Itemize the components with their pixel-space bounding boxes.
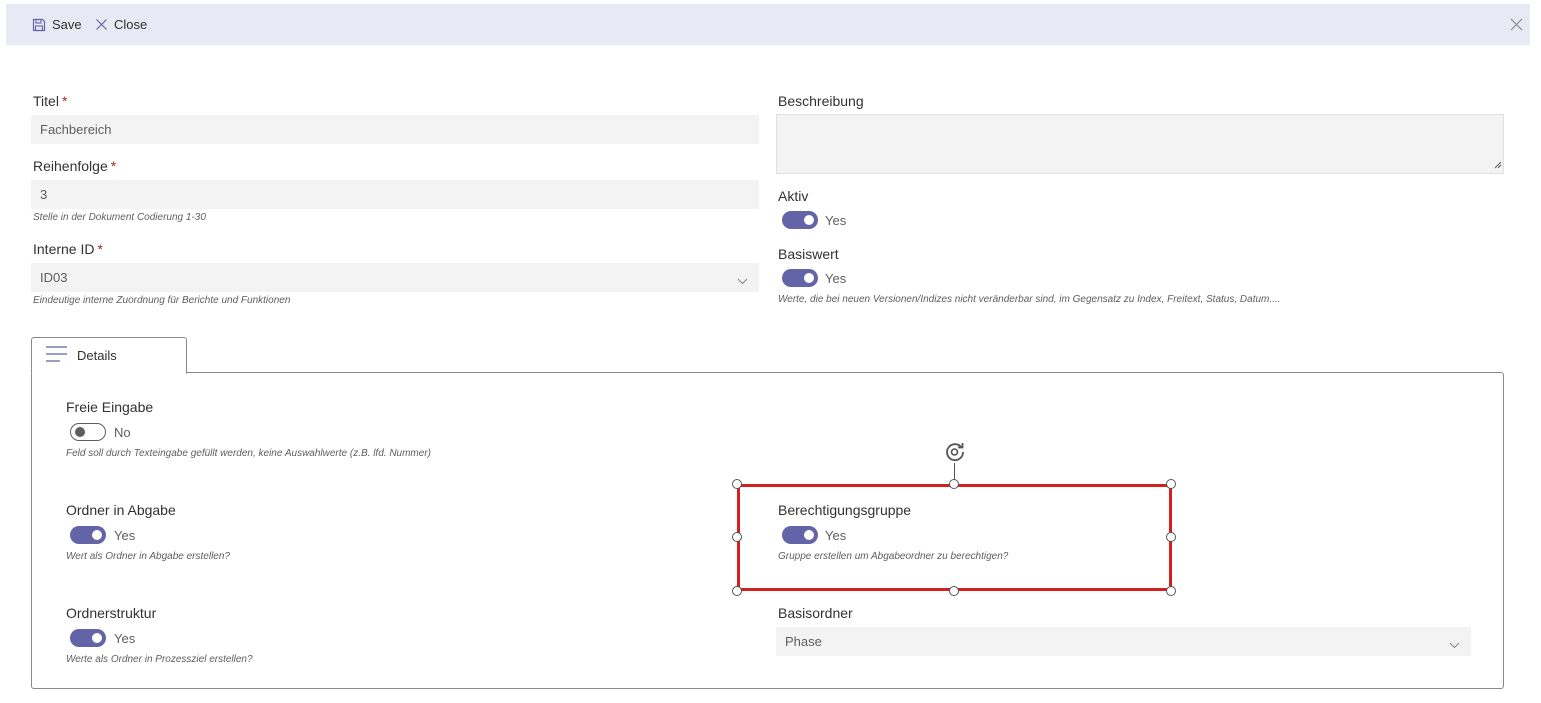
basisordner-label: Basisordner [778,605,853,621]
close-button[interactable]: Close [95,4,147,45]
aktiv-state: Yes [825,213,847,228]
ordner-in-abgabe-toggle[interactable] [70,526,106,544]
ordner-in-abgabe-hint: Wert als Ordner in Abgabe erstellen? [66,551,230,562]
ordner-in-abgabe-state: Yes [114,528,136,543]
freie-eingabe-state: No [114,425,131,440]
ordner-in-abgabe-label: Ordner in Abgabe [66,502,176,518]
basiswert-toggle[interactable] [782,269,818,287]
berechtigungsgruppe-label: Berechtigungsgruppe [778,502,912,518]
basisordner-dropdown[interactable]: Phase [776,627,1471,656]
close-icon [95,18,108,31]
reihenfolge-label: Reihenfolge * [33,158,117,174]
aktiv-toggle[interactable] [782,211,818,229]
freie-eingabe-hint: Feld soll durch Texteingabe gefüllt werd… [66,448,431,459]
tab-details[interactable]: Details [31,337,187,374]
berechtigungsgruppe-toggle[interactable] [782,526,818,544]
resize-handle-top-left[interactable] [732,479,742,489]
basiswert-hint: Werte, die bei neuen Versionen/Indizes n… [778,294,1281,305]
interne-id-hint: Eindeutige interne Zuordnung für Bericht… [33,295,291,306]
resize-handle-bottom[interactable] [949,586,959,596]
ordnerstruktur-state: Yes [114,631,136,646]
freie-eingabe-toggle[interactable] [70,423,106,441]
titel-label: Titel * [33,93,68,109]
beschreibung-label: Beschreibung [778,93,864,109]
titel-input[interactable]: Fachbereich [31,115,759,144]
resize-handle-top-right[interactable] [1166,479,1176,489]
close-label: Close [114,17,148,32]
basiswert-label: Basiswert [778,246,839,262]
beschreibung-textarea[interactable] [776,114,1504,174]
save-button[interactable]: Save [32,4,82,45]
resize-handle-icon[interactable] [1494,157,1502,172]
interne-id-label: Interne ID * [33,241,103,257]
save-icon [32,18,46,32]
resize-handle-right[interactable] [1166,532,1176,542]
resize-handle-bottom-right[interactable] [1166,586,1176,596]
ordnerstruktur-hint: Werte als Ordner in Prozessziel erstelle… [66,654,253,665]
freie-eingabe-label: Freie Eingabe [66,399,154,415]
chevron-down-icon [1449,637,1460,652]
aktiv-label: Aktiv [778,188,809,204]
tab-details-label: Details [77,348,117,363]
command-bar: Save Close [6,4,1530,45]
berechtigungsgruppe-state: Yes [825,528,847,543]
ordnerstruktur-label: Ordnerstruktur [66,605,157,621]
reihenfolge-input[interactable]: 3 [31,180,759,209]
chevron-down-icon [737,273,748,288]
berechtigungsgruppe-hint: Gruppe erstellen um Abgabeordner zu bere… [778,551,1009,562]
rotate-icon[interactable] [943,440,967,467]
resize-handle-left[interactable] [732,532,742,542]
interne-id-dropdown[interactable]: ID03 [31,263,759,292]
resize-handle-top[interactable] [949,479,959,489]
resize-handle-bottom-left[interactable] [732,586,742,596]
ordnerstruktur-toggle[interactable] [70,629,106,647]
basiswert-state: Yes [825,271,847,286]
reihenfolge-hint: Stelle in der Dokument Codierung 1-30 [33,212,206,223]
list-icon [46,346,68,365]
save-label: Save [52,17,82,32]
dismiss-icon[interactable] [1509,17,1524,32]
